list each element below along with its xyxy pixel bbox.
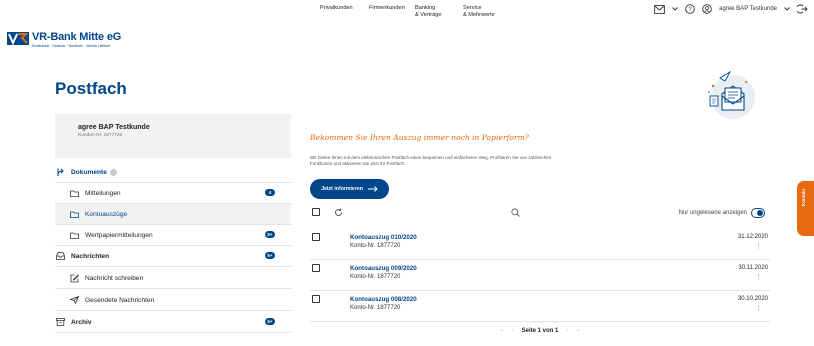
message-title[interactable]: Kontoauszug 009/2020 (350, 265, 417, 272)
nav-firmenkunden[interactable]: Firmenkunden (369, 5, 405, 12)
arrow-right-icon (367, 186, 378, 192)
refresh-icon[interactable] (334, 208, 343, 217)
sidebar-item-nachrichten[interactable]: Nachrichten 5+ (55, 246, 291, 267)
chevron-down-icon[interactable] (672, 7, 678, 11)
bank-tagline: Duderstadt · Geismar · Nordhorn · Worbis… (32, 44, 110, 48)
more-options-icon[interactable]: ⋮ (755, 243, 762, 250)
toggle-switch[interactable] (751, 208, 765, 218)
search-icon[interactable] (511, 208, 520, 217)
message-konto: Konto-Nr. 1877720 (350, 243, 401, 249)
sidebar-item-label: Dokumente (71, 168, 107, 176)
jetzt-informieren-button[interactable]: Jetzt informieren (310, 179, 389, 199)
compose-icon (69, 273, 79, 283)
promo-title: Bekommen Sie Ihren Auszug immer noch in … (310, 133, 529, 142)
bank-logo[interactable]: VR-Bank Mitte eG Duderstadt · Geismar · … (7, 32, 121, 48)
select-all-checkbox[interactable] (312, 208, 320, 216)
logout-icon[interactable] (797, 4, 808, 14)
next-page-icon[interactable]: › (566, 328, 568, 334)
sidebar-item-archiv[interactable]: Archiv 5+ (55, 312, 291, 333)
mailbox-illustration (708, 70, 755, 119)
only-unread-toggle[interactable]: Nur ungelesene anzeigen (679, 208, 765, 218)
only-unread-label: Nur ungelesene anzeigen (678, 210, 747, 216)
button-label: Jetzt informieren (321, 186, 363, 192)
more-options-icon[interactable]: ⋮ (755, 274, 762, 281)
bank-name: VR-Bank Mitte eG (32, 31, 122, 43)
row-checkbox[interactable] (312, 264, 320, 272)
sidebar-item-wertpapiermitteilungen[interactable]: Wertpapiermitteilungen 5+ (55, 225, 291, 246)
svg-text:?: ? (689, 7, 693, 13)
user-icon[interactable] (702, 4, 712, 14)
pagination: « ‹ Seite 1 von 1 › » (480, 325, 600, 337)
promo-text: Wir bieten Ihnen mit dem elektronischen … (310, 155, 552, 167)
kontakt-label: Kontakt (801, 189, 806, 207)
sidebar-item-label: Nachrichten (71, 252, 110, 260)
message-toolbar: Nur ungelesene anzeigen (310, 206, 770, 222)
user-menu-label[interactable]: agree BAP Testkunde (719, 6, 777, 12)
count-badge: 5+ (265, 231, 275, 238)
message-title[interactable]: Kontoauszug 010/2020 (350, 234, 417, 241)
message-konto: Konto-Nr. 1877720 (350, 305, 401, 311)
user-card: agree BAP Testkunde Kunden-Nr. 1877720 (55, 114, 291, 158)
message-konto: Konto-Nr. 1877720 (350, 274, 401, 280)
row-checkbox[interactable] (312, 233, 320, 241)
sidebar-item-dokumente[interactable]: Dokumente (55, 162, 291, 183)
list-item[interactable]: Kontoauszug 010/2020 Konto-Nr. 1877720 3… (310, 230, 770, 260)
user-card-name: agree BAP Testkunde (78, 124, 150, 131)
count-badge: 4 (265, 189, 275, 196)
sidebar-item-label: Wertpapiermitteilungen (85, 231, 153, 239)
sidebar-item-label: Kontoauszüge (85, 210, 128, 218)
message-title[interactable]: Kontoauszug 008/2020 (350, 296, 417, 303)
vr-logo-icon (7, 32, 29, 45)
sidebar-item-label: Mitteilungen (85, 189, 121, 197)
chevron-down-icon[interactable] (784, 7, 790, 11)
message-date: 30.11.2020 (738, 265, 768, 271)
user-card-customer-nr: Kunden-Nr. 1877720 (78, 133, 123, 138)
folder-icon (69, 211, 79, 218)
page-title: Postfach (55, 79, 127, 98)
send-icon (69, 296, 79, 304)
row-checkbox[interactable] (312, 295, 320, 303)
nav-service[interactable]: Service & Mehrwerte (463, 5, 495, 18)
sidebar-item-kontoauszuege[interactable]: Kontoauszüge (55, 204, 291, 225)
sidebar-item-nachricht-schreiben[interactable]: Nachricht schreiben (55, 268, 291, 289)
folder-icon (69, 190, 79, 197)
message-date: 31.12.2020 (737, 234, 768, 240)
help-icon[interactable]: ? (685, 4, 695, 14)
nav-banking[interactable]: Banking & Verträge (415, 5, 441, 18)
first-page-icon[interactable]: « (500, 328, 503, 334)
message-date: 30.10.2020 (737, 296, 768, 302)
archive-icon (55, 318, 65, 326)
more-options-icon[interactable]: ⋮ (755, 305, 762, 312)
info-icon[interactable] (109, 168, 117, 176)
sidebar-item-label: Nachricht schreiben (85, 274, 144, 282)
nav-privatkunden[interactable]: Privatkunden (320, 5, 353, 12)
sidebar-item-mitteilungen[interactable]: Mitteilungen 4 (55, 183, 291, 204)
prev-page-icon[interactable]: ‹ (512, 328, 514, 334)
sidebar-item-label: Gesendete Nachrichten (85, 296, 155, 304)
page-indicator: Seite 1 von 1 (521, 328, 559, 334)
mail-icon[interactable] (654, 4, 666, 14)
folder-icon (69, 232, 79, 239)
inbox-icon (55, 252, 65, 260)
count-badge: 5+ (265, 252, 275, 259)
sidebar-item-label: Archiv (71, 318, 92, 326)
branch-icon (55, 168, 65, 177)
sidebar-item-gesendete-nachrichten[interactable]: Gesendete Nachrichten (55, 290, 291, 311)
list-item[interactable]: Kontoauszug 009/2020 Konto-Nr. 1877720 3… (310, 261, 770, 291)
list-item[interactable]: Kontoauszug 008/2020 Konto-Nr. 1877720 3… (310, 292, 770, 322)
top-navigation: Privatkunden Firmenkunden Banking & Vert… (0, 0, 814, 26)
kontakt-tab[interactable]: Kontakt (797, 181, 814, 236)
last-page-icon[interactable]: » (576, 328, 579, 334)
count-badge: 5+ (265, 318, 275, 325)
